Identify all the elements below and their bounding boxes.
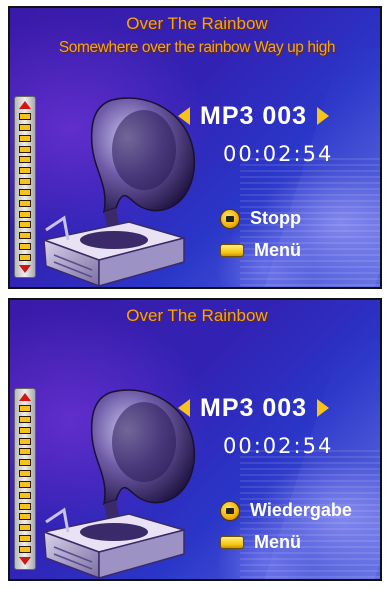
rect-button-icon [220,536,244,549]
volume-segment [19,405,31,412]
elapsed-time: 00:02:54 [223,142,334,166]
volume-segment [19,145,31,153]
volume-segment [19,113,31,120]
volume-segment [19,232,31,240]
volume-segment [19,513,31,521]
stop-button[interactable]: Stopp [220,208,301,229]
volume-segment [19,535,31,543]
volume-up-icon[interactable] [19,393,31,401]
volume-segment [19,459,31,467]
volume-segments [19,405,31,553]
volume-segment [19,470,31,478]
volume-segments [19,113,31,261]
volume-bar[interactable] [14,388,36,570]
volume-segment [19,123,31,131]
volume-segment [19,210,31,218]
menu-button[interactable]: Menü [220,240,301,261]
lyric-line: Somewhere over the rainbow Way up high [58,39,336,56]
volume-segment [19,199,31,207]
volume-segment [19,502,31,510]
next-track-icon[interactable] [317,399,330,417]
previous-track-icon[interactable] [178,399,190,417]
elapsed-time: 00:02:54 [223,434,334,458]
round-button-icon [220,500,240,521]
volume-down-icon[interactable] [19,265,31,273]
volume-segment [19,134,31,142]
volume-segment [19,426,31,434]
menu-label: Menü [254,532,301,552]
volume-segment [19,415,31,423]
volume-down-icon[interactable] [19,557,31,565]
next-track-icon[interactable] [317,107,330,125]
round-button-icon [220,208,240,229]
track-selector: MP3 003 [178,392,380,424]
volume-segment [19,545,31,553]
volume-up-icon[interactable] [19,101,31,109]
rect-button-icon [220,244,244,257]
volume-segment [19,243,31,251]
previous-track-icon[interactable] [178,107,190,125]
player-screen-playing: Over The Rainbow Somewhere over the rain… [8,6,382,289]
volume-segment [19,156,31,164]
volume-segment [19,253,31,261]
volume-bar[interactable] [14,96,36,278]
play-label: Wiedergabe [250,500,352,520]
player-screen-stopped: Over The Rainbow MP3 003 00:02:54 Wieder… [8,298,382,581]
stop-label: Stopp [250,208,301,228]
play-button[interactable]: Wiedergabe [220,500,352,521]
track-name: MP3 003 [200,393,308,422]
volume-segment [19,188,31,196]
volume-segment [19,480,31,488]
menu-label: Menü [254,240,301,260]
song-title: Over The Rainbow [126,306,268,325]
song-title: Over The Rainbow [126,14,268,33]
volume-segment [19,167,31,175]
volume-segment [19,178,31,186]
volume-segment [19,448,31,456]
volume-segment [19,524,31,532]
track-selector: MP3 003 [178,100,380,132]
menu-button[interactable]: Menü [220,532,301,553]
track-name: MP3 003 [200,101,308,130]
volume-segment [19,437,31,445]
volume-segment [19,221,31,229]
volume-segment [19,491,31,499]
